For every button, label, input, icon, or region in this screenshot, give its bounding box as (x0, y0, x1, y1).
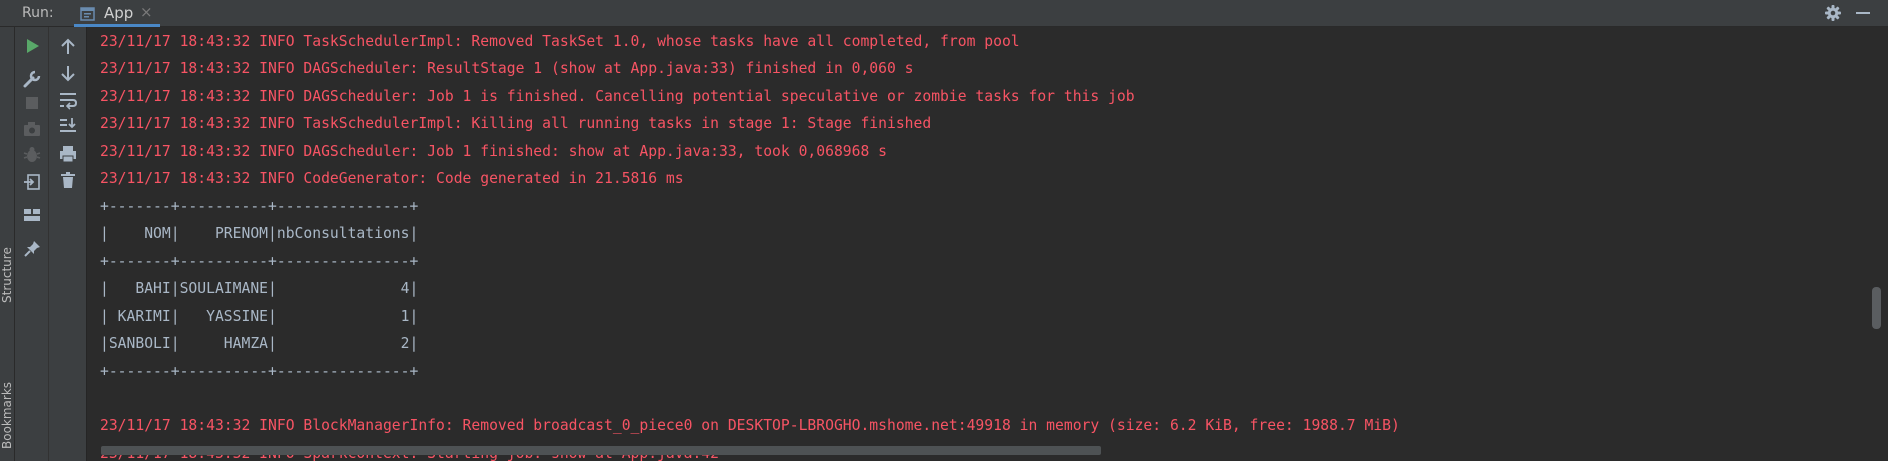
horizontal-scrollbar[interactable] (101, 446, 1101, 455)
table-border-line: +-------+----------+---------------+ (100, 363, 419, 380)
vertical-scrollbar[interactable] (1872, 287, 1881, 329)
bug-icon[interactable] (22, 145, 42, 165)
side-tool-strip: Structure Bookmarks (0, 27, 15, 461)
login-icon[interactable] (22, 172, 42, 192)
run-tool-window-header: Run: App × (0, 0, 1888, 27)
log-line: 23/11/17 18:43:32 INFO DAGScheduler: Job… (100, 143, 887, 160)
run-icon[interactable] (22, 36, 42, 56)
tab-label: App (104, 4, 134, 22)
minimize-icon[interactable] (1856, 12, 1870, 14)
app-config-icon (80, 6, 96, 26)
log-line: 23/11/17 18:43:32 INFO DAGScheduler: Res… (100, 60, 914, 77)
table-row-line: |SANBOLI| HAMZA| 2| (100, 335, 419, 352)
trash-icon[interactable] (58, 170, 78, 190)
soft-wrap-icon[interactable] (58, 90, 78, 110)
structure-tool-tab[interactable]: Structure (0, 247, 14, 303)
run-actions-toolbar (15, 27, 49, 461)
arrow-down-icon[interactable] (58, 63, 78, 83)
tab-app[interactable]: App × (74, 0, 160, 27)
camera-icon[interactable] (22, 119, 42, 139)
wrench-icon[interactable] (22, 69, 42, 89)
log-line: 23/11/17 18:43:32 INFO TaskSchedulerImpl… (100, 115, 932, 132)
table-border-line: +-------+----------+---------------+ (100, 198, 419, 215)
gear-icon[interactable] (1824, 4, 1842, 26)
log-line: 23/11/17 18:43:32 INFO BlockManagerInfo:… (100, 417, 1400, 434)
pin-icon[interactable] (22, 239, 42, 259)
log-line: 23/11/17 18:43:32 INFO CodeGenerator: Co… (100, 170, 684, 187)
bookmarks-tool-tab[interactable]: Bookmarks (0, 382, 14, 449)
print-icon[interactable] (58, 144, 78, 164)
table-header-line: | NOM| PRENOM|nbConsultations| (100, 225, 419, 242)
table-row-line: | BAHI|SOULAIMANE| 4| (100, 280, 419, 297)
close-icon[interactable]: × (140, 3, 153, 21)
arrow-up-icon[interactable] (58, 37, 78, 57)
log-line: 23/11/17 18:43:32 INFO TaskSchedulerImpl… (100, 33, 1020, 50)
run-label: Run: (22, 5, 54, 21)
table-row-line: | KARIMI| YASSINE| 1| (100, 308, 419, 325)
stop-icon[interactable] (22, 93, 42, 113)
log-line: 23/11/17 18:43:32 INFO DAGScheduler: Job… (100, 88, 1135, 105)
console-output[interactable]: 23/11/17 18:43:32 INFO TaskSchedulerImpl… (87, 27, 1888, 461)
console-actions-toolbar (49, 27, 87, 461)
layout-icon[interactable] (22, 205, 42, 225)
scroll-to-end-icon[interactable] (58, 116, 78, 136)
table-border-line: +-------+----------+---------------+ (100, 253, 419, 270)
